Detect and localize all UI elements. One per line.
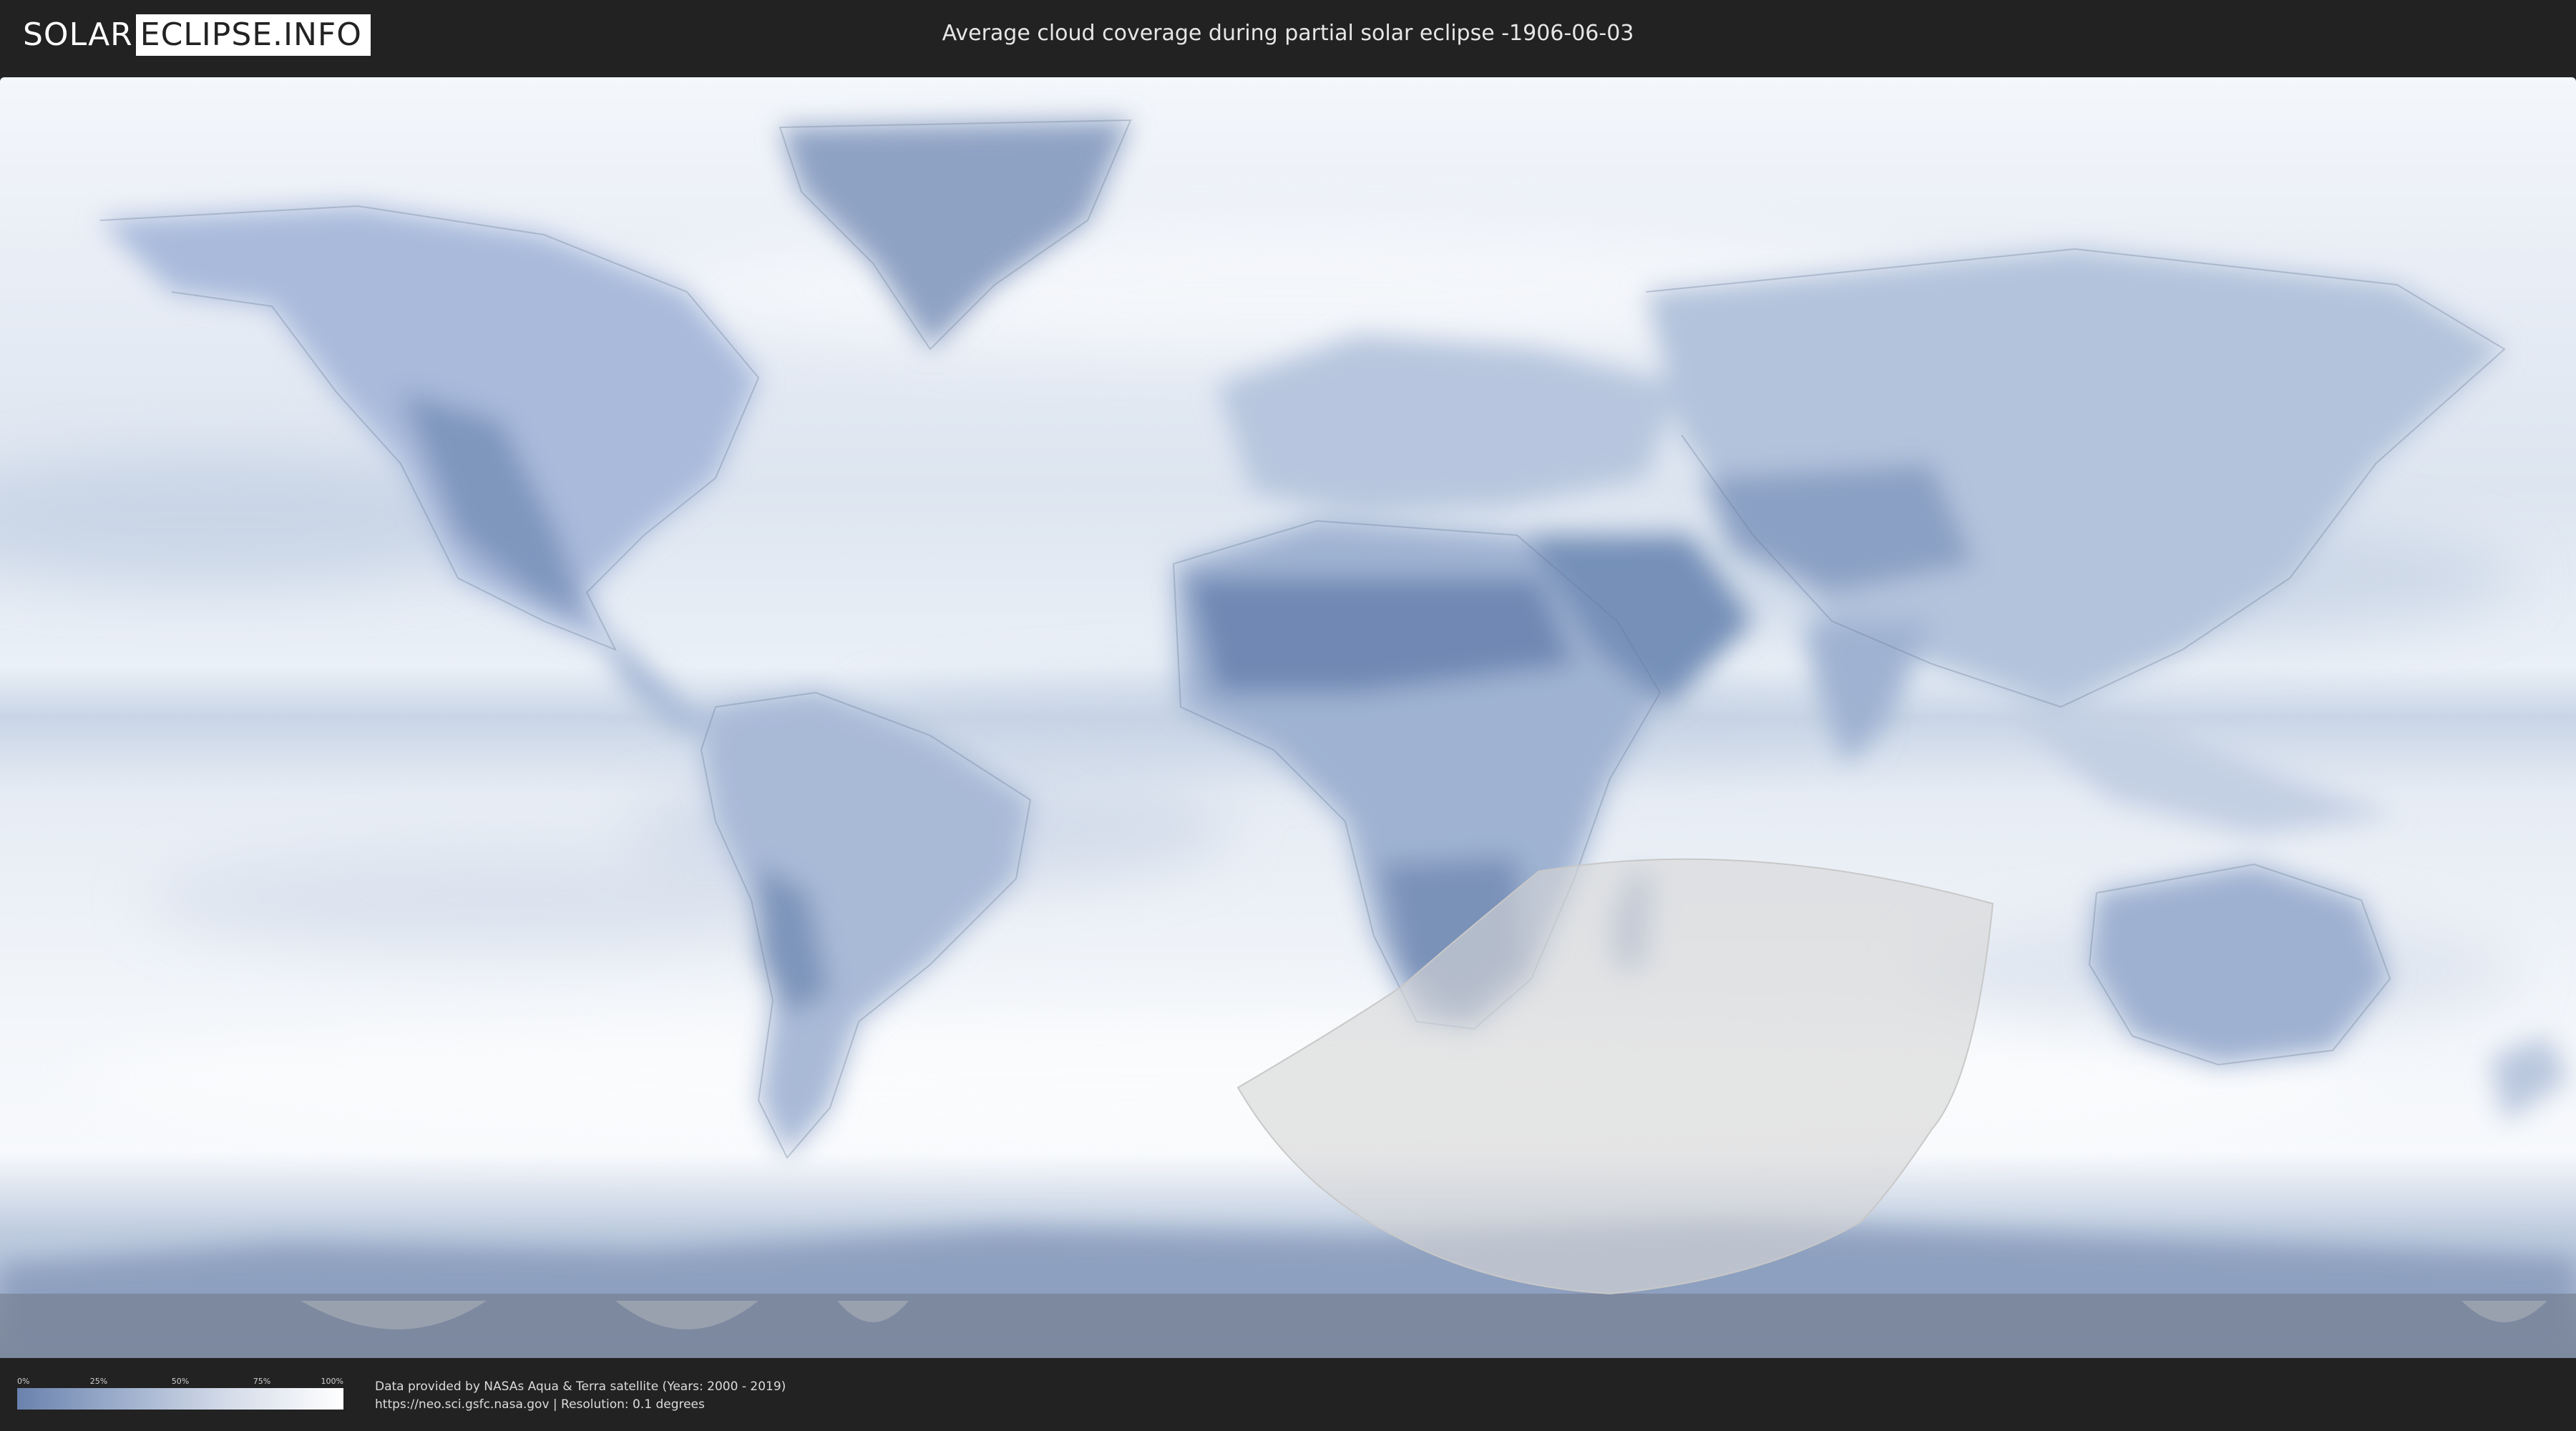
legend-tick-0: 0%: [17, 1377, 30, 1386]
credits-source: Data provided by NASAs Aqua & Terra sate…: [375, 1379, 786, 1394]
legend-gradient-bar: [17, 1388, 343, 1410]
legend-tick-25: 25%: [89, 1377, 108, 1386]
map-svg: [0, 77, 2576, 1358]
cloud-coverage-legend: 0% 25% 50% 75% 100%: [17, 1377, 343, 1410]
header: SOLAR ECLIPSE.INFO Average cloud coverag…: [0, 0, 2576, 72]
credits-url-resolution: https://neo.sci.gsfc.nasa.gov | Resoluti…: [375, 1397, 705, 1412]
cloud-coverage-map[interactable]: [0, 77, 2576, 1358]
footer: 0% 25% 50% 75% 100% Data provided by NAS…: [0, 1358, 2576, 1431]
legend-ticks: 0% 25% 50% 75% 100%: [17, 1377, 343, 1388]
data-credits: Data provided by NASAs Aqua & Terra sate…: [375, 1378, 786, 1414]
app-root: SOLAR ECLIPSE.INFO Average cloud coverag…: [0, 0, 2576, 1431]
legend-tick-50: 50%: [171, 1377, 190, 1386]
legend-tick-100: 100%: [321, 1377, 343, 1386]
legend-tick-75: 75%: [253, 1377, 271, 1386]
page-title: Average cloud coverage during partial so…: [942, 21, 1634, 46]
